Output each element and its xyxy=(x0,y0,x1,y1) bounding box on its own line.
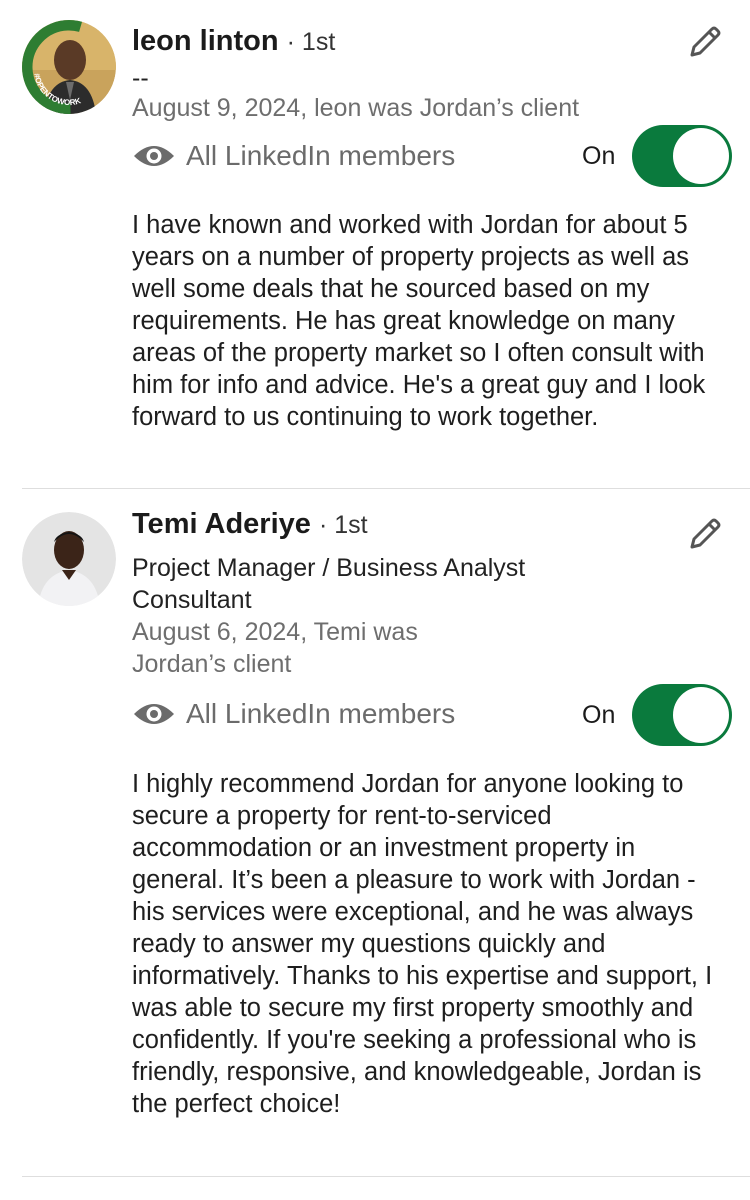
toggle-knob xyxy=(673,128,729,184)
name-line: Temi Aderiye · 1st xyxy=(132,507,368,542)
toggle-state-label: On xyxy=(582,701,616,729)
connection-degree: · 1st xyxy=(318,511,368,539)
connection-degree: · 1st xyxy=(286,28,336,56)
avatar[interactable]: #OPENTOWORK xyxy=(22,20,116,114)
visibility-toggle[interactable] xyxy=(632,684,732,746)
recommendation-card: #OPENTOWORK leon linton · 1st -- August … xyxy=(0,0,750,490)
recommender-headline: -- xyxy=(132,64,149,92)
eye-icon xyxy=(134,146,174,166)
toggle-state-label: On xyxy=(582,142,616,170)
recommender-name[interactable]: Temi Aderiye xyxy=(132,508,311,540)
divider xyxy=(22,1176,750,1177)
recommender-headline: Project Manager / Business Analyst Consu… xyxy=(132,554,526,614)
recommendation-card: Temi Aderiye · 1st Project Manager / Bus… xyxy=(0,490,750,1180)
eye-icon xyxy=(134,704,174,724)
pencil-icon xyxy=(690,26,721,57)
recommendation-date: August 6, 2024, Temi was Jordan’s client xyxy=(132,618,418,678)
recommender-name[interactable]: leon linton xyxy=(132,25,279,57)
name-line: leon linton · 1st xyxy=(132,24,335,59)
recommendation-date: August 9, 2024, leon was Jordan’s client xyxy=(132,94,580,122)
visibility-label: All LinkedIn members xyxy=(186,698,456,729)
toggle-knob xyxy=(673,687,729,743)
visibility-setting[interactable]: All LinkedIn members xyxy=(132,694,455,734)
visibility-label: All LinkedIn members xyxy=(186,140,456,171)
recommendation-text: I have known and worked with Jordan for … xyxy=(132,211,706,431)
edit-button[interactable] xyxy=(683,22,725,64)
avatar-photo: #OPENTOWORK xyxy=(22,20,116,114)
visibility-setting[interactable]: All LinkedIn members xyxy=(132,136,455,176)
visibility-toggle[interactable] xyxy=(632,125,732,187)
pencil-icon xyxy=(690,518,721,549)
avatar-photo xyxy=(22,512,116,606)
avatar[interactable] xyxy=(22,512,116,606)
recommendations-list: #OPENTOWORK leon linton · 1st -- August … xyxy=(0,0,750,1200)
edit-button[interactable] xyxy=(683,514,725,556)
recommendation-text: I highly recommend Jordan for anyone loo… xyxy=(132,770,713,1118)
divider xyxy=(22,488,750,489)
